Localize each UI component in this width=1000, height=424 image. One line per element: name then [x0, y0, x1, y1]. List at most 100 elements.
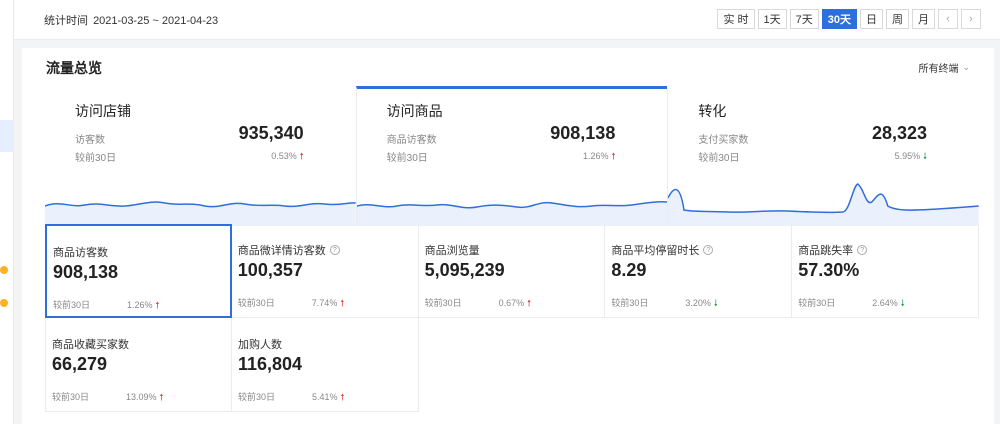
terminal-select-value: 所有终端: [918, 64, 959, 75]
metric-value: 908,138: [53, 262, 119, 282]
metric-value: 8.29: [611, 260, 647, 280]
metric-label: 商品收藏买家数: [52, 336, 129, 352]
overview-cards: 访问店铺 访客数 935,340 较前30日 0.53% 🠕 访问商品 商品访客数…: [45, 86, 980, 226]
metric-value: 116,804: [238, 354, 303, 374]
card-pct: 1.26% 🠕: [583, 149, 615, 165]
card-title: 访问店铺: [75, 103, 131, 119]
metric-avg-stay-time[interactable]: 商品平均停留时长? 8.29 较前30日 3.20% 🠗: [605, 224, 793, 318]
arrow-up-icon: 🠕: [340, 392, 345, 402]
terminal-select[interactable]: 所有终端 ⌄: [918, 60, 970, 75]
panel-title: 流量总览: [46, 60, 102, 76]
arrow-up-icon: 🠕: [340, 298, 345, 308]
metric-value: 66,279: [52, 354, 108, 374]
metric-micro-detail-visitors[interactable]: 商品微详情访客数? 100,357 较前30日 7.74% 🠕: [231, 224, 419, 318]
notification-dot-icon: [0, 266, 8, 274]
metrics-row: 商品访客数 908,138 较前30日 1.26% 🠕 商品微详情访客数? 100…: [45, 224, 979, 318]
metric-label-text: 商品访客数: [53, 247, 108, 259]
card-visit-goods[interactable]: 访问商品 商品访客数 908,138 较前30日 1.26% 🠕: [355, 86, 668, 226]
arrow-up-icon: 🠕: [299, 151, 304, 161]
chevron-right-icon[interactable]: ›: [961, 9, 981, 29]
metric-compare: 较前30日: [424, 298, 462, 308]
chevron-down-icon: ⌄: [962, 62, 970, 72]
card-visit-store[interactable]: 访问店铺 访客数 935,340 较前30日 0.53% 🠕: [45, 86, 356, 226]
metric-compare: 较前30日: [611, 298, 649, 308]
metric-label-text: 加购人数: [238, 339, 282, 351]
metric-add-to-cart[interactable]: 加购人数 116,804 较前30日 5.41% 🠕: [232, 318, 419, 412]
metric-page-views[interactable]: 商品浏览量 5,095,239 较前30日 0.67% 🠕: [418, 224, 606, 318]
arrow-down-icon: 🠗: [900, 298, 905, 308]
metric-label: 加购人数: [238, 336, 282, 352]
panel-header: 流量总览 所有终端 ⌄: [22, 48, 994, 86]
card-pct-value: 0.53%: [271, 151, 297, 161]
stat-time: 统计时间 2021-03-25 ~ 2021-04-23: [44, 12, 218, 28]
range-realtime-button[interactable]: 实 时: [717, 9, 755, 29]
metrics-row: 商品收藏买家数 66,279 较前30日 13.09% 🠕 加购人数 116,80…: [45, 318, 979, 412]
metric-favorite-buyers[interactable]: 商品收藏买家数 66,279 较前30日 13.09% 🠕: [45, 318, 232, 412]
card-value: 28,323: [871, 123, 928, 143]
stats-toolbar: 统计时间 2021-03-25 ~ 2021-04-23 实 时 1天 7天 3…: [14, 0, 1000, 40]
help-icon[interactable]: ?: [703, 245, 714, 255]
card-pct: 5.95% 🠗: [895, 149, 927, 165]
help-icon[interactable]: ?: [329, 245, 340, 255]
card-subtitle: 商品访客数: [386, 135, 437, 146]
metric-label: 商品浏览量: [425, 242, 480, 258]
metric-pct: 2.64% 🠗: [872, 296, 904, 312]
metric-pct: 1.26% 🠕: [127, 298, 159, 314]
metric-label-text: 商品收藏买家数: [52, 339, 129, 351]
sidebar-active-item[interactable]: [0, 120, 14, 152]
metric-pct-value: 3.20%: [685, 298, 711, 308]
sparkline-chart: [45, 201, 356, 226]
metric-pct: 3.20% 🠗: [685, 296, 717, 312]
metric-compare: 较前30日: [237, 298, 275, 308]
left-sidebar: [0, 0, 14, 424]
metric-label-text: 商品浏览量: [424, 245, 480, 257]
card-title: 访问商品: [386, 103, 443, 119]
range-7day-button[interactable]: 7天: [789, 9, 819, 29]
metric-pct-value: 7.74%: [311, 298, 338, 308]
metric-value: 100,357: [237, 260, 303, 280]
card-pct-value: 1.26%: [582, 151, 609, 161]
metric-pct-value: 5.41%: [312, 392, 338, 402]
metric-label: 商品微详情访客数?: [238, 242, 340, 258]
range-day-button[interactable]: 日: [860, 9, 883, 29]
card-compare: 较前30日: [386, 153, 428, 164]
metric-goods-visitors[interactable]: 商品访客数 908,138 较前30日 1.26% 🠕: [45, 224, 232, 318]
chevron-left-icon[interactable]: ‹: [938, 9, 958, 29]
metric-pct-value: 2.64%: [872, 298, 898, 308]
metric-label: 商品平均停留时长?: [611, 242, 714, 258]
metric-compare: 较前30日: [798, 298, 836, 308]
card-pct: 0.53% 🠕: [271, 149, 303, 165]
card-value: 908,138: [550, 123, 616, 143]
range-1day-button[interactable]: 1天: [757, 9, 787, 29]
range-30day-button[interactable]: 30天: [821, 9, 857, 29]
card-conversion[interactable]: 转化 支付买家数 28,323 较前30日 5.95% 🠗: [667, 86, 980, 226]
arrow-down-icon: 🠗: [713, 298, 718, 308]
metric-compare: 较前30日: [52, 392, 90, 402]
time-range-selector: 实 时 1天 7天 30天 日 周 月 ‹ ›: [717, 9, 981, 29]
metric-value: 57.30%: [798, 260, 860, 280]
card-compare: 较前30日: [698, 153, 740, 164]
metric-label-text: 商品跳失率: [798, 245, 854, 257]
stat-date-range: 2021-03-25 ~ 2021-04-23: [93, 14, 219, 27]
arrow-up-icon: 🠕: [155, 300, 160, 310]
stat-time-label: 统计时间: [44, 14, 88, 27]
metric-label: 商品跳失率?: [798, 242, 868, 258]
sparkline-chart: [356, 201, 668, 226]
metric-pct: 5.41% 🠕: [312, 390, 344, 406]
notification-dot-icon: [0, 299, 8, 307]
help-icon[interactable]: ?: [857, 245, 868, 255]
range-month-button[interactable]: 月: [912, 9, 935, 29]
metric-value: 5,095,239: [424, 260, 505, 280]
metric-bounce-rate[interactable]: 商品跳失率? 57.30% 较前30日 2.64% 🠗: [792, 224, 979, 318]
metric-label-text: 商品平均停留时长: [611, 245, 700, 257]
metric-pct-value: 13.09%: [126, 392, 157, 402]
arrow-up-icon: 🠕: [527, 298, 531, 308]
card-subtitle: 访客数: [75, 135, 105, 146]
metric-pct: 7.74% 🠕: [312, 296, 344, 312]
arrow-down-icon: 🠗: [923, 151, 928, 161]
metric-label: 商品访客数: [53, 244, 108, 260]
range-week-button[interactable]: 周: [886, 9, 909, 29]
arrow-up-icon: 🠕: [611, 151, 616, 161]
metric-compare: 较前30日: [238, 392, 276, 402]
metrics-grid: 商品访客数 908,138 较前30日 1.26% 🠕 商品微详情访客数? 100…: [45, 224, 979, 412]
